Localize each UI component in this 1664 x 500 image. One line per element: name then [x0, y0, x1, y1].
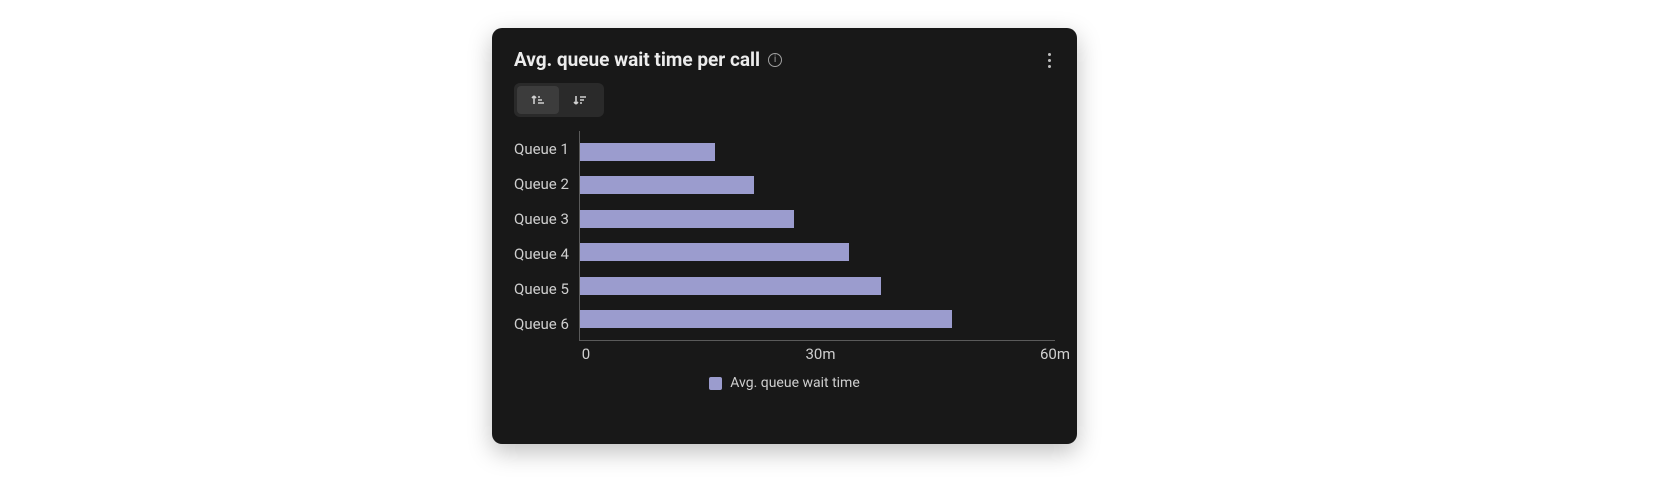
bar	[580, 176, 754, 194]
y-axis-labels: Queue 1 Queue 2 Queue 3 Queue 4 Queue 5 Queue…	[514, 131, 579, 341]
bars-container	[579, 131, 1055, 341]
x-axis-tick-label: 60m	[1040, 345, 1070, 363]
bar	[580, 210, 794, 228]
info-icon[interactable]: i	[768, 53, 782, 67]
card-title: Avg. queue wait time per call	[514, 48, 760, 71]
card-header: Avg. queue wait time per call i	[514, 48, 1055, 71]
y-axis-tick-label: Queue 4	[514, 245, 569, 263]
x-axis-tick-label: 0	[582, 345, 590, 363]
chart-card: Avg. queue wait time per call i Queue 1Q…	[492, 28, 1077, 444]
sort-asc-icon	[530, 92, 546, 108]
x-axis-tick-label: 30m	[805, 345, 835, 363]
y-axis-tick-label: Queue 5	[514, 280, 569, 298]
legend-swatch	[709, 377, 722, 390]
bar	[580, 243, 849, 261]
sort-desc-button[interactable]	[559, 86, 601, 114]
y-axis-tick-label: Queue 2	[514, 175, 569, 193]
sort-toggle	[514, 83, 604, 117]
bar	[580, 310, 952, 328]
bar	[580, 277, 881, 295]
sort-asc-button[interactable]	[517, 86, 559, 114]
y-axis-tick-label: Queue 1	[514, 140, 569, 158]
x-axis: 030m60m	[586, 341, 1055, 365]
bar	[580, 143, 715, 161]
y-axis-tick-label: Queue 3	[514, 210, 569, 228]
legend: Avg. queue wait time	[514, 375, 1055, 391]
chart-area: Queue 1 Queue 2 Queue 3 Queue 4 Queue 5 Queue…	[514, 131, 1055, 428]
more-menu-icon[interactable]	[1039, 50, 1059, 70]
legend-label: Avg. queue wait time	[730, 375, 860, 391]
chart-plot: Queue 1 Queue 2 Queue 3 Queue 4 Queue 5 Queue…	[514, 131, 1055, 341]
y-axis-tick-label: Queue 6	[514, 315, 569, 333]
sort-desc-icon	[572, 92, 588, 108]
